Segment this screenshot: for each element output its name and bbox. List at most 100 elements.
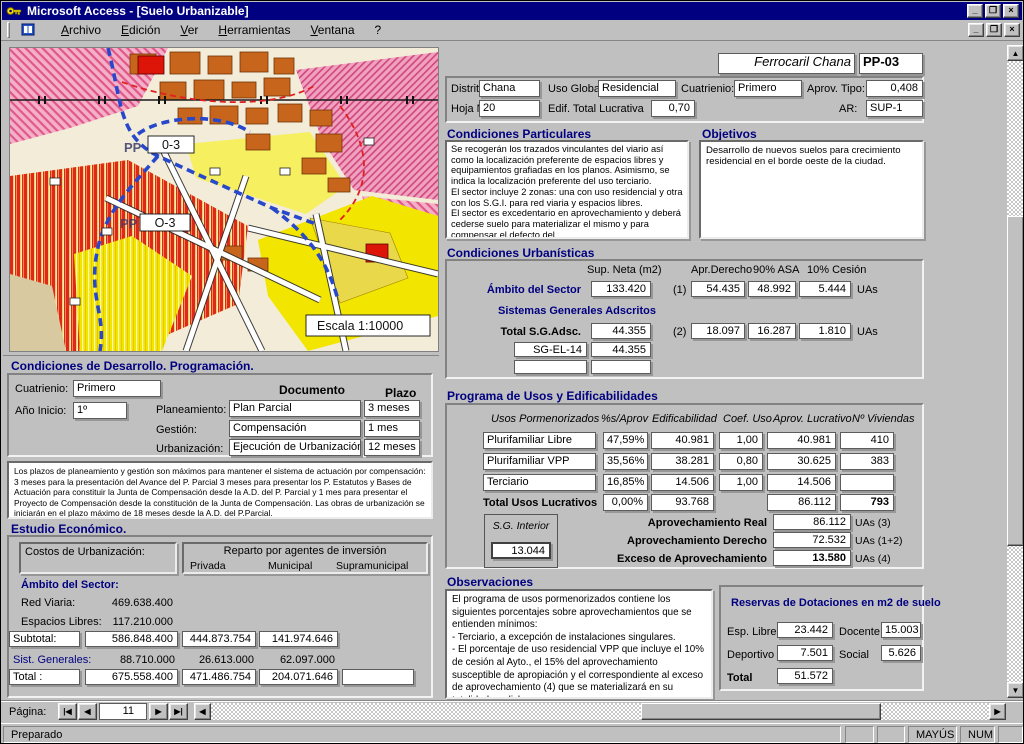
hoja-field[interactable]: 20 — [479, 100, 540, 117]
urbanizacion-plazo-field[interactable]: 12 meses — [364, 439, 420, 456]
last-page-button[interactable]: ▶| — [169, 703, 188, 720]
edif-row-field[interactable]: 14.506 — [651, 474, 714, 491]
objetivos-textarea[interactable]: Desarrollo de nuevos suelos para crecimi… — [699, 140, 924, 239]
status-panel-empty-3 — [998, 726, 1023, 743]
total-edif-field[interactable]: 93.768 — [651, 494, 714, 511]
menu-archivo[interactable]: Archivo — [52, 21, 110, 39]
deportivo-field[interactable]: 7.501 — [777, 645, 833, 661]
menu-herramientas[interactable]: Herramientas — [209, 21, 299, 39]
viv-row-field[interactable] — [840, 474, 894, 491]
doc-minimize-button[interactable]: _ — [968, 23, 984, 37]
total-pct-field[interactable]: 0,00% — [603, 494, 648, 511]
hscroll-left-button[interactable]: ◀ — [194, 703, 211, 720]
uso-row-field[interactable]: Plurifamiliar Libre — [483, 432, 596, 449]
window-title: Microsoft Access - [Suelo Urbanizable] — [27, 4, 249, 18]
total-extra-empty-field[interactable] — [342, 669, 414, 685]
cuatrienio-field[interactable]: Primero — [734, 80, 802, 97]
reservas-total-field[interactable]: 51.572 — [777, 668, 833, 684]
pct-row-field[interactable]: 47,59% — [603, 432, 648, 449]
sg-interior-box: S.G. Interior — [484, 514, 558, 568]
coef-row-field[interactable]: 1,00 — [719, 474, 763, 491]
menu-ver[interactable]: Ver — [171, 21, 207, 39]
ambito-apr-field[interactable]: 54.435 — [691, 281, 745, 297]
doc-restore-button[interactable]: ❐ — [986, 23, 1002, 37]
gestion-plazo-field[interactable]: 1 mes — [364, 420, 420, 437]
sg-item-sup-field[interactable]: 44.355 — [591, 342, 651, 357]
ambito-sup-field[interactable]: 133.420 — [591, 281, 651, 297]
menu-edicion[interactable]: Edición — [112, 21, 169, 39]
subtotal-total-field[interactable]: 586.848.400 — [85, 631, 178, 647]
sector-name-field[interactable]: Ferrocaril Chana — [718, 53, 855, 74]
gestion-doc-field[interactable]: Compensación — [229, 420, 361, 437]
total-total-field[interactable]: 675.558.400 — [85, 669, 178, 685]
sg-interior-field[interactable]: 13.044 — [491, 542, 551, 559]
subtotal-municipal-field[interactable]: 141.974.646 — [259, 631, 338, 647]
total-sg-sup-field[interactable]: 44.355 — [591, 323, 651, 339]
page-number-field[interactable]: 11 — [99, 703, 147, 720]
esp-libre-field[interactable]: 23.442 — [777, 622, 833, 638]
next-page-button[interactable]: ▶ — [149, 703, 168, 720]
exceso-unit: UAs (4) — [855, 553, 891, 565]
total-usos-label: Total Usos Lucrativos — [483, 497, 597, 509]
doc-close-button[interactable]: × — [1004, 23, 1020, 37]
ambito-cesion-field[interactable]: 5.444 — [799, 281, 851, 297]
desarrollo-cuatrienio-field[interactable]: Primero — [73, 380, 161, 397]
social-field[interactable]: 5.626 — [881, 645, 921, 661]
sg-item-empty-field[interactable] — [514, 360, 587, 374]
edif-row-field[interactable]: 40.981 — [651, 432, 714, 449]
planeamiento-plazo-field[interactable]: 3 meses — [364, 400, 420, 417]
total-sg-apr-field[interactable]: 18.097 — [691, 323, 745, 339]
vscroll-thumb[interactable] — [1007, 216, 1024, 546]
vscroll-up-button[interactable]: ▲ — [1007, 45, 1024, 61]
ambito-asa-field[interactable]: 48.992 — [748, 281, 796, 297]
total-municipal-field[interactable]: 204.071.646 — [259, 669, 338, 685]
ano-inicio-field[interactable]: 1º — [73, 402, 127, 419]
hscroll-thumb[interactable] — [641, 703, 881, 720]
subtotal-privada-field[interactable]: 444.873.754 — [182, 631, 256, 647]
docente-field[interactable]: 15.003 — [881, 622, 921, 638]
total-privada-field[interactable]: 471.486.754 — [182, 669, 256, 685]
pct-row-field[interactable]: 16,85% — [603, 474, 648, 491]
uso-row-field[interactable]: Plurifamiliar VPP — [483, 453, 596, 470]
exceso-field[interactable]: 13.580 — [773, 550, 851, 566]
aprov-tipo-field[interactable]: 0,408 — [866, 80, 923, 97]
sg-item-sup-empty-field[interactable] — [591, 360, 651, 374]
total-viv-field[interactable]: 793 — [840, 494, 894, 511]
sector-code-field[interactable]: PP-03 — [859, 53, 923, 74]
planeamiento-doc-field[interactable]: Plan Parcial — [229, 400, 361, 417]
menu-ayuda[interactable]: ? — [366, 21, 391, 39]
viv-row-field[interactable]: 383 — [840, 453, 894, 470]
edif-field[interactable]: 0,70 — [651, 100, 695, 117]
reparto-label: Reparto por agentes de inversión — [184, 544, 426, 557]
prev-page-button[interactable]: ◀ — [78, 703, 97, 720]
aprov-row-field[interactable]: 40.981 — [767, 432, 836, 449]
restore-button[interactable]: ❐ — [985, 4, 1001, 18]
pct-row-field[interactable]: 35,56% — [603, 453, 648, 470]
edif-row-field[interactable]: 38.281 — [651, 453, 714, 470]
aprov-row-field[interactable]: 30.625 — [767, 453, 836, 470]
aprov-row-field[interactable]: 14.506 — [767, 474, 836, 491]
menu-ventana[interactable]: Ventana — [301, 21, 363, 39]
total-sg-asa-field[interactable]: 16.287 — [748, 323, 796, 339]
aprov-derecho-field[interactable]: 72.532 — [773, 532, 851, 548]
coef-row-field[interactable]: 1,00 — [719, 432, 763, 449]
total-sg-cesion-field[interactable]: 1.810 — [799, 323, 851, 339]
urbanizacion-doc-field[interactable]: Ejecución de Urbanización — [229, 439, 361, 456]
observaciones-textarea[interactable]: El programa de usos pormenorizados conti… — [445, 589, 713, 699]
particulares-title: Condiciones Particulares — [447, 127, 591, 141]
viv-row-field[interactable]: 410 — [840, 432, 894, 449]
vscroll-down-button[interactable]: ▼ — [1007, 682, 1024, 698]
particulares-textarea[interactable]: Se recogerán los trazados vinculantes de… — [445, 140, 689, 239]
hscroll-right-button[interactable]: ▶ — [989, 703, 1006, 720]
total-aprov-field[interactable]: 86.112 — [767, 494, 836, 511]
minimize-button[interactable]: _ — [967, 4, 983, 18]
sg-item-field[interactable]: SG-EL-14 — [514, 342, 587, 357]
close-button[interactable]: × — [1003, 4, 1019, 18]
coef-row-field[interactable]: 0,80 — [719, 453, 763, 470]
first-page-button[interactable]: |◀ — [58, 703, 77, 720]
distrito-field[interactable]: Chana — [479, 80, 540, 97]
uso-row-field[interactable]: Terciario — [483, 474, 596, 491]
uso-global-field[interactable]: Residencial — [598, 80, 676, 97]
ar-field[interactable]: SUP-1 — [866, 100, 923, 117]
aprov-real-field[interactable]: 86.112 — [773, 514, 851, 530]
